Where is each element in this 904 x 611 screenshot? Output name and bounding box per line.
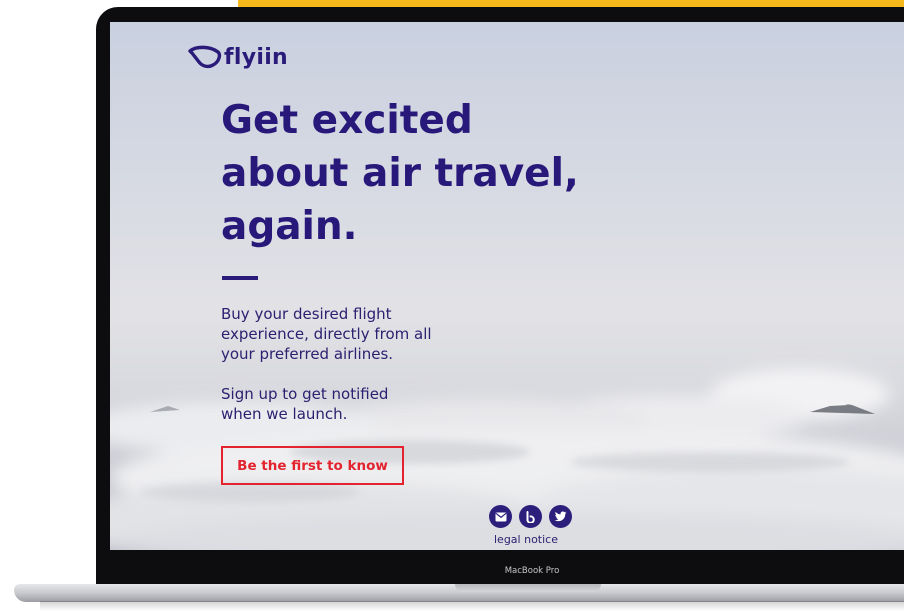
description-line: your preferred airlines.: [221, 345, 394, 363]
signup-line: when we launch.: [221, 405, 348, 423]
mail-icon[interactable]: [489, 505, 512, 528]
brand-logo[interactable]: flyiin: [188, 44, 288, 70]
laptop-notch: [455, 584, 601, 592]
description-line: Buy your desired flight: [221, 305, 392, 323]
signup-text: Sign up to get notified when we launch.: [221, 384, 388, 424]
blog-icon[interactable]: [519, 505, 542, 528]
headline-line: about air travel,: [221, 151, 579, 196]
hero-description: Buy your desired flight experience, dire…: [221, 304, 432, 364]
social-links: [489, 505, 572, 528]
laptop-shadow: [40, 601, 904, 611]
brand-name: flyiin: [224, 44, 288, 70]
page: flyiin Get excited about air travel, aga…: [0, 0, 904, 611]
laptop-screen: flyiin Get excited about air travel, aga…: [110, 22, 904, 550]
legal-notice-link[interactable]: legal notice: [494, 533, 558, 546]
headline-line: again.: [221, 204, 358, 249]
flyiin-logo-icon: [188, 45, 222, 69]
device-label: MacBook Pro: [504, 566, 560, 576]
divider: [222, 276, 258, 280]
signup-cta-button[interactable]: Be the first to know: [221, 446, 404, 485]
headline-line: Get excited: [221, 98, 473, 143]
signup-line: Sign up to get notified: [221, 385, 389, 403]
description-line: experience, directly from all: [221, 325, 432, 343]
twitter-icon[interactable]: [549, 505, 572, 528]
hero-headline: Get excited about air travel, again.: [221, 94, 641, 253]
